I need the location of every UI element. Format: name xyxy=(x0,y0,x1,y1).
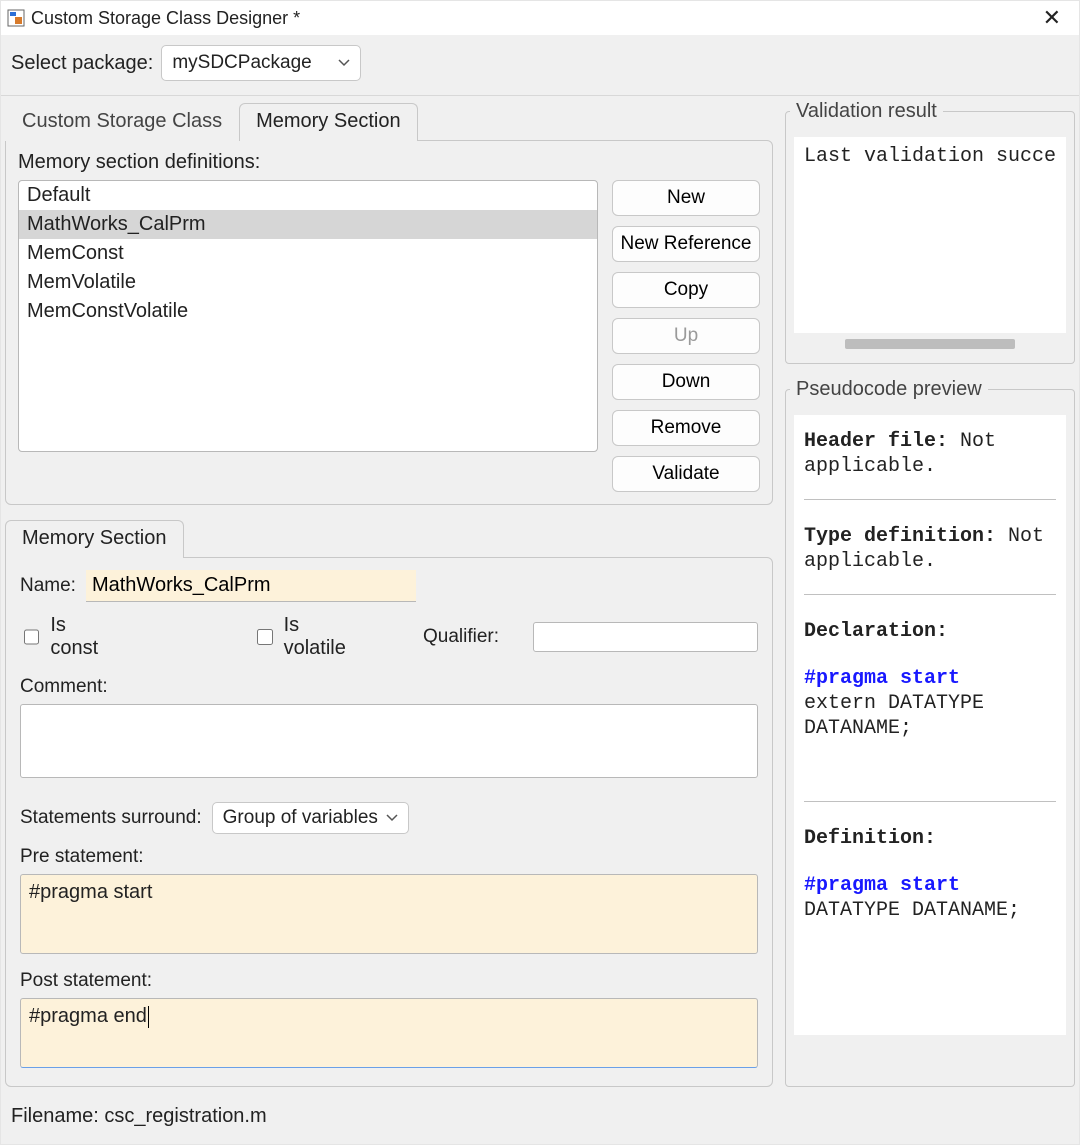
validation-scrollbar[interactable] xyxy=(798,335,1062,353)
copy-button[interactable]: Copy xyxy=(612,272,760,308)
select-package-label: Select package: xyxy=(11,52,153,75)
validation-result-text: Last validation succe xyxy=(794,137,1066,333)
list-item[interactable]: MemConst xyxy=(19,239,597,268)
is-volatile-label: Is volatile xyxy=(284,614,355,660)
toolbar: Select package: mySDCPackage xyxy=(1,35,1079,96)
app-icon xyxy=(7,9,25,27)
is-const-checkbox[interactable]: Is const xyxy=(20,614,109,660)
is-volatile-checkbox[interactable]: Is volatile xyxy=(253,614,355,660)
statements-surround-value: Group of variables xyxy=(223,807,378,829)
footer: Filename: csc_registration.m xyxy=(1,1095,1079,1144)
left-column: Custom Storage Class Memory Section Memo… xyxy=(1,96,781,1095)
statements-surround-label: Statements surround: xyxy=(20,807,202,829)
right-column: Validation result Last validation succe … xyxy=(781,96,1080,1095)
app-window: Custom Storage Class Designer * ✕ Select… xyxy=(0,0,1080,1145)
window-title: Custom Storage Class Designer * xyxy=(31,8,300,29)
qualifier-label: Qualifier: xyxy=(423,626,499,648)
is-const-label: Is const xyxy=(50,614,109,660)
package-dropdown-value: mySDCPackage xyxy=(172,52,311,74)
pre-statement-textarea[interactable]: #pragma start xyxy=(20,874,758,954)
list-item[interactable]: Default xyxy=(19,181,597,210)
validate-button[interactable]: Validate xyxy=(612,456,760,492)
name-label: Name: xyxy=(20,575,76,597)
package-dropdown[interactable]: mySDCPackage xyxy=(161,45,361,81)
pseudocode-preview-panel: Pseudocode preview Header file: Not appl… xyxy=(785,378,1075,1087)
list-item[interactable]: MemConstVolatile xyxy=(19,297,597,326)
filename-label: Filename: xyxy=(11,1105,99,1127)
down-button[interactable]: Down xyxy=(612,364,760,400)
pseudocode-preview-title: Pseudocode preview xyxy=(790,378,988,401)
is-const-input[interactable] xyxy=(24,628,39,646)
filename-value: csc_registration.m xyxy=(104,1105,266,1127)
detail-panel: Name: Is const Is volatile Qualifier: xyxy=(5,557,773,1087)
name-input[interactable] xyxy=(86,570,416,602)
memory-section-panel: Memory section definitions: DefaultMathW… xyxy=(5,140,773,505)
new-button[interactable]: New xyxy=(612,180,760,216)
post-statement-label: Post statement: xyxy=(20,970,758,992)
up-button[interactable]: Up xyxy=(612,318,760,354)
declaration-label: Declaration: xyxy=(804,619,1056,644)
declaration-line: extern DATATYPE DATANAME; xyxy=(804,691,1056,741)
header-file-label: Header file: xyxy=(804,430,948,453)
tab-custom-storage-class[interactable]: Custom Storage Class xyxy=(5,103,239,141)
validation-result-title: Validation result xyxy=(790,100,943,123)
post-statement-textarea[interactable]: #pragma end xyxy=(20,998,758,1068)
post-statement-value: #pragma end xyxy=(29,1005,147,1027)
remove-button[interactable]: Remove xyxy=(612,410,760,446)
comment-label: Comment: xyxy=(20,676,758,698)
type-definition-label: Type definition: xyxy=(804,525,996,548)
list-item[interactable]: MemVolatile xyxy=(19,268,597,297)
definitions-buttons: New New Reference Copy Up Down Remove Va… xyxy=(612,180,760,492)
titlebar: Custom Storage Class Designer * ✕ xyxy=(1,1,1079,35)
definition-label: Definition: xyxy=(804,826,1056,851)
definition-pragma: #pragma start xyxy=(804,873,1056,898)
definition-line: DATATYPE DATANAME; xyxy=(804,898,1056,923)
qualifier-input[interactable] xyxy=(533,622,758,652)
list-item[interactable]: MathWorks_CalPrm xyxy=(19,210,597,239)
chevron-down-icon xyxy=(386,814,398,822)
declaration-pragma: #pragma start xyxy=(804,666,1056,691)
close-button[interactable]: ✕ xyxy=(1033,5,1071,31)
definitions-listbox[interactable]: DefaultMathWorks_CalPrmMemConstMemVolati… xyxy=(18,180,598,452)
tab-detail-memory-section[interactable]: Memory Section xyxy=(5,520,184,558)
statements-surround-dropdown[interactable]: Group of variables xyxy=(212,802,409,834)
pseudocode-preview-content: Header file: Not applicable. Type defini… xyxy=(794,415,1066,1035)
main-tabs: Custom Storage Class Memory Section xyxy=(5,102,773,140)
is-volatile-input[interactable] xyxy=(257,628,272,646)
tab-memory-section[interactable]: Memory Section xyxy=(239,103,418,141)
pre-statement-label: Pre statement: xyxy=(20,846,758,868)
text-cursor xyxy=(148,1006,149,1028)
pre-statement-value: #pragma start xyxy=(29,881,152,903)
definitions-label: Memory section definitions: xyxy=(18,151,760,174)
detail-tabs: Memory Section xyxy=(5,519,773,557)
comment-textarea[interactable] xyxy=(20,704,758,778)
chevron-down-icon xyxy=(338,59,350,67)
validation-result-panel: Validation result Last validation succe xyxy=(785,100,1075,364)
new-reference-button[interactable]: New Reference xyxy=(612,226,760,262)
